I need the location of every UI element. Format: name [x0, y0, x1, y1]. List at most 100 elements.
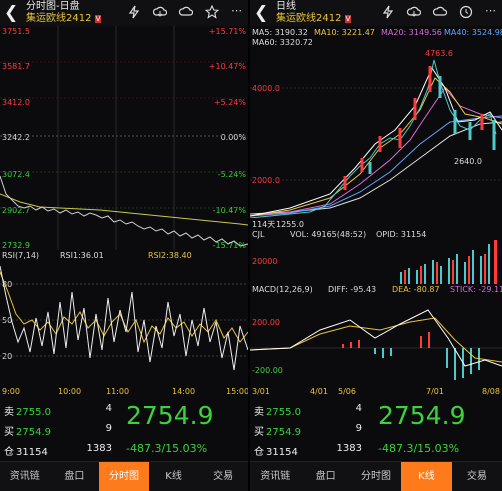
- volume-title: CJL: [252, 230, 265, 239]
- bottom-tabs: 资讯链 盘口 分时图 K线 交易: [250, 461, 502, 491]
- tab-trade[interactable]: 交易: [452, 462, 502, 491]
- intraday-chart[interactable]: [0, 26, 248, 250]
- rsi2-line: [0, 271, 248, 344]
- volume-chart[interactable]: [250, 240, 502, 284]
- sell-qty: 4: [105, 403, 112, 414]
- open-interest: 31154: [16, 447, 48, 458]
- page-title: 分时图-日盘: [26, 1, 80, 12]
- back-arrow-icon[interactable]: ❮: [4, 3, 18, 23]
- clock-icon[interactable]: [459, 5, 473, 19]
- buy-price: 2754.9: [16, 427, 51, 438]
- more-icon[interactable]: ⋯: [231, 5, 242, 19]
- time-label: 10:00: [58, 387, 82, 396]
- contract-badge: V: [344, 15, 352, 23]
- tab-kline[interactable]: K线: [401, 462, 452, 491]
- intraday-header: ❮ 分时图-日盘 集运欧线2412 V ⋯: [0, 0, 248, 26]
- kline-chart[interactable]: [250, 48, 502, 218]
- macd-stick: STICK: -29.11: [450, 285, 502, 294]
- date-label: 4/01: [310, 387, 328, 396]
- tab-order-book[interactable]: 盘口: [50, 462, 100, 491]
- star-icon[interactable]: [205, 5, 219, 19]
- buy-price: 2754.9: [266, 427, 301, 438]
- rsi1-line: [0, 265, 248, 371]
- time-label: 9:00: [2, 387, 20, 396]
- page-title: 日线: [276, 1, 296, 12]
- open-interest-value: OPID: 31154: [376, 230, 427, 239]
- flash-icon[interactable]: [381, 5, 395, 19]
- low2-annotation: 1255.0: [276, 220, 304, 229]
- ma40-value: MA40: 3524.98: [444, 28, 502, 37]
- kline-header: ❮ 日线 集运欧线2412 V ⋯: [250, 0, 502, 26]
- time-label: 14:00: [172, 387, 196, 396]
- date-label: 5/06: [338, 387, 356, 396]
- sell-row[interactable]: 卖 2755.0: [254, 403, 301, 418]
- price-change: -487.3/15.03%: [378, 442, 460, 455]
- intraday-pane: ❮ 分时图-日盘 集运欧线2412 V ⋯ 3751.5 +15.71% 358…: [0, 0, 248, 491]
- price-line: [0, 175, 248, 247]
- last-price: 2754.9: [378, 401, 466, 430]
- tab-news-chain[interactable]: 资讯链: [250, 462, 300, 491]
- bottom-tabs: 资讯链 盘口 分时图 K线 交易: [0, 461, 248, 491]
- rsi-chart[interactable]: [0, 262, 248, 384]
- cloud-download-icon[interactable]: [153, 5, 167, 19]
- contract-name[interactable]: 集运欧线2412 V: [276, 13, 352, 25]
- date-label: 8/08: [482, 387, 500, 396]
- buy-row[interactable]: 买 2754.9: [4, 423, 51, 438]
- oi-change: 1383: [336, 443, 362, 454]
- rsi2-value: RSI2:38.40: [148, 251, 192, 260]
- macd-chart[interactable]: [250, 296, 502, 386]
- price-change: -487.3/15.03%: [126, 442, 208, 455]
- open-interest: 31154: [266, 447, 298, 458]
- sell-price: 2755.0: [16, 407, 51, 418]
- date-label: 3/01: [252, 387, 270, 396]
- ma10-line: [250, 77, 502, 217]
- macd-dea: DEA: -80.87: [392, 285, 440, 294]
- quote-panel: 卖 2755.0 4 买 2754.9 9 仓 31154 1383 2754.9 -…: [250, 400, 502, 458]
- back-arrow-icon[interactable]: ❮: [254, 3, 268, 23]
- volume-value: VOL: 49165(48:52): [290, 230, 367, 239]
- tab-kline[interactable]: K线: [149, 462, 199, 491]
- ma20-line: [250, 87, 502, 217]
- ma60-value: MA60: 3320.72: [252, 38, 313, 47]
- tab-news-chain[interactable]: 资讯链: [0, 462, 50, 491]
- date-label: 7/01: [426, 387, 444, 396]
- cloud-sync-icon[interactable]: [179, 5, 193, 19]
- contract-badge: V: [94, 15, 102, 23]
- buy-qty: 9: [105, 423, 112, 434]
- rsi1-value: RSI1:36.01: [60, 251, 104, 260]
- ma60-line: [250, 121, 502, 215]
- buy-row[interactable]: 买 2754.9: [254, 423, 301, 438]
- ma5-value: MA5: 3190.32: [252, 28, 308, 37]
- macd-dea-line: [250, 317, 502, 363]
- sell-row[interactable]: 卖 2755.0: [4, 403, 51, 418]
- ma40-line: [250, 115, 502, 217]
- tab-intraday[interactable]: 分时图: [99, 462, 149, 491]
- oi-change: 1383: [86, 443, 112, 454]
- sell-qty: 4: [355, 403, 362, 414]
- ma5-line: [250, 66, 502, 217]
- ma20-value: MA20: 3149.56: [381, 28, 442, 37]
- time-label: 11:00: [106, 387, 130, 396]
- oi-row: 仓 31154: [4, 447, 48, 458]
- quote-panel: 卖 2755.0 4 买 2754.9 9 仓 31154 1383 2754.9 -…: [0, 400, 248, 458]
- flash-icon[interactable]: [127, 5, 141, 19]
- days-label: 114天: [252, 220, 276, 229]
- contract-name[interactable]: 集运欧线2412 V: [26, 13, 102, 25]
- macd-title: MACD(12,26,9): [252, 285, 313, 294]
- cloud-download-icon[interactable]: [407, 5, 421, 19]
- sell-price: 2755.0: [266, 407, 301, 418]
- kline-pane: ❮ 日线 集运欧线2412 V ⋯ MA5: 3190.32 MA10: 322…: [250, 0, 502, 491]
- tab-order-book[interactable]: 盘口: [300, 462, 350, 491]
- more-icon[interactable]: ⋯: [485, 5, 496, 19]
- oi-row: 仓 31154: [254, 447, 298, 458]
- buy-qty: 9: [355, 423, 362, 434]
- macd-diff: DIFF: -95.43: [328, 285, 377, 294]
- last-price: 2754.9: [126, 401, 214, 430]
- rsi-title: RSI(7,14): [2, 251, 40, 260]
- tab-trade[interactable]: 交易: [198, 462, 248, 491]
- cloud-sync-icon[interactable]: [433, 5, 447, 19]
- ma10-value: MA10: 3221.47: [314, 28, 375, 37]
- time-label: 15:00: [226, 387, 248, 396]
- tab-intraday[interactable]: 分时图: [351, 462, 401, 491]
- macd-diff-line: [250, 309, 502, 367]
